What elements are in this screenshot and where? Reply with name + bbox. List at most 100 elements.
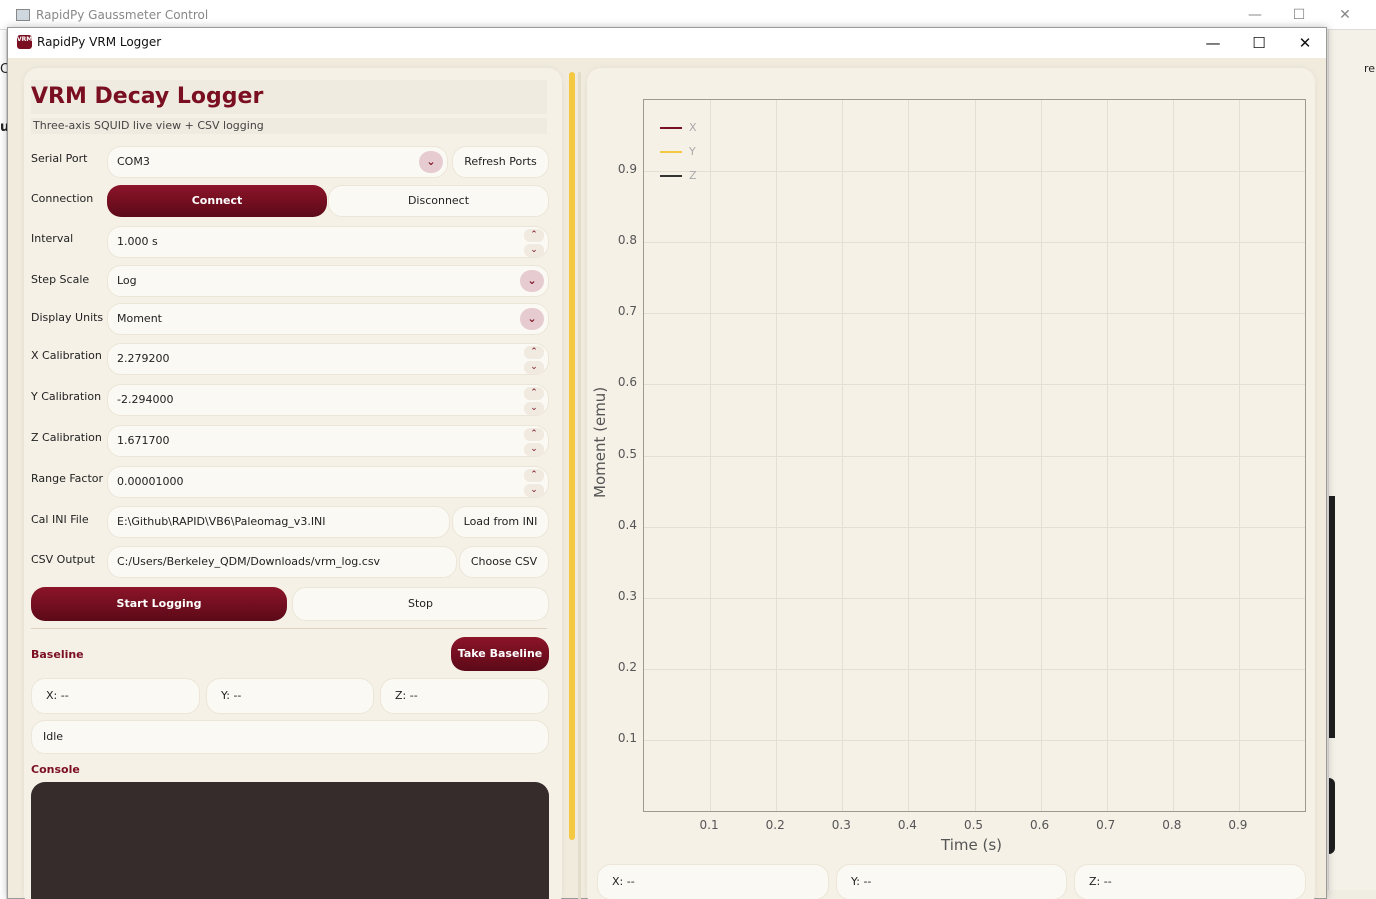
x-tick-label: 0.2 (765, 818, 785, 832)
display-units-select[interactable]: Moment ⌄ (107, 303, 549, 335)
csv-output-label: CSV Output (31, 553, 95, 566)
serial-port-label: Serial Port (31, 152, 88, 165)
background-app-icon (16, 9, 30, 21)
panel-splitter-track (578, 72, 581, 899)
range-factor-spinbox[interactable]: 0.00001000 ⌃ ⌄ (107, 466, 549, 498)
connect-button[interactable]: Connect (107, 185, 327, 217)
cal-ini-label: Cal INI File (31, 513, 89, 526)
x-gridline (1172, 100, 1174, 811)
page-subtitle: Three-axis SQUID live view + CSV logging (31, 118, 547, 134)
background-minimize-button[interactable]: — (1232, 4, 1278, 26)
spin-down-icon[interactable]: ⌄ (524, 443, 544, 456)
refresh-ports-button[interactable]: Refresh Ports (452, 146, 549, 178)
baseline-y-readout: Y: -- (206, 678, 374, 714)
x-gridline (1238, 100, 1240, 811)
status-field: Idle (31, 720, 549, 754)
y-axis-label: Moment (emu) (591, 386, 609, 498)
range-factor-value: 0.00001000 (117, 475, 184, 488)
background-maximize-button[interactable]: ☐ (1276, 4, 1322, 26)
legend-label-y: Y (689, 145, 696, 158)
x-tick-label: 0.7 (1096, 818, 1116, 832)
x-calibration-spinbox[interactable]: 2.279200 ⌃ ⌄ (107, 343, 549, 375)
x-tick-label: 0.6 (1030, 818, 1050, 832)
chevron-down-icon[interactable]: ⌄ (520, 308, 544, 330)
divider (31, 628, 547, 629)
x-tick-label: 0.3 (831, 818, 851, 832)
spin-up-icon[interactable]: ⌃ (524, 346, 544, 359)
background-left-edge (0, 30, 7, 899)
serial-port-select[interactable]: COM3 ⌄ (107, 146, 448, 178)
csv-output-value: C:/Users/Berkeley_QDM/Downloads/vrm_log.… (117, 555, 381, 568)
spin-down-icon[interactable]: ⌄ (524, 402, 544, 415)
background-dark-button (1329, 778, 1335, 854)
step-scale-select[interactable]: Log ⌄ (107, 265, 549, 297)
choose-csv-button[interactable]: Choose CSV (459, 546, 549, 578)
z-calibration-spinbox[interactable]: 1.671700 ⌃ ⌄ (107, 425, 549, 457)
legend-swatch-x (660, 127, 682, 129)
spin-up-icon[interactable]: ⌃ (524, 387, 544, 400)
spin-up-icon[interactable]: ⌃ (524, 229, 544, 242)
live-z-readout: Z: -- (1074, 864, 1306, 899)
vrm-logger-window: VRM RapidPy VRM Logger — ☐ ✕ VRM Decay L… (7, 27, 1327, 899)
x-tick-label: 0.8 (1162, 818, 1182, 832)
legend-swatch-z (660, 175, 682, 177)
x-calibration-label: X Calibration (31, 349, 102, 362)
chevron-down-icon[interactable]: ⌄ (520, 270, 544, 292)
y-calibration-spinbox[interactable]: -2.294000 ⌃ ⌄ (107, 384, 549, 416)
x-axis-label: Time (s) (941, 836, 1002, 854)
cal-ini-value: E:\Github\RAPID\VB6\Paleomag_v3.INI (117, 515, 326, 528)
spin-up-icon[interactable]: ⌃ (524, 469, 544, 482)
spin-down-icon[interactable]: ⌄ (524, 361, 544, 374)
cal-ini-input[interactable]: E:\Github\RAPID\VB6\Paleomag_v3.INI (107, 506, 450, 538)
stop-button[interactable]: Stop (292, 587, 549, 621)
z-calibration-value: 1.671700 (117, 434, 170, 447)
x-tick-label: 0.1 (699, 818, 719, 832)
window-title: RapidPy VRM Logger (37, 35, 162, 49)
console-output[interactable] (31, 782, 549, 899)
console-label: Console (31, 763, 80, 776)
start-logging-button[interactable]: Start Logging (31, 587, 287, 621)
x-gridline (974, 100, 976, 811)
y-tick-label: 0.6 (617, 375, 637, 390)
app-icon: VRM (17, 35, 32, 49)
control-panel: VRM Decay Logger Three-axis SQUID live v… (24, 68, 562, 899)
x-tick-label: 0.4 (897, 818, 917, 832)
panel-splitter-handle[interactable] (569, 72, 575, 840)
take-baseline-button[interactable]: Take Baseline (451, 637, 549, 671)
maximize-button[interactable]: ☐ (1236, 28, 1282, 58)
csv-output-input[interactable]: C:/Users/Berkeley_QDM/Downloads/vrm_log.… (107, 546, 457, 578)
x-gridline (908, 100, 910, 811)
spin-down-icon[interactable]: ⌄ (524, 244, 544, 257)
serial-port-value: COM3 (117, 155, 150, 168)
display-units-value: Moment (117, 312, 162, 325)
plot-panel: X Y Z 0.9 0.8 0.7 0.6 0.5 0.4 0.3 0.2 0.1 0.1 0.2… (587, 68, 1315, 899)
background-window-title: RapidPy Gaussmeter Control (36, 8, 209, 22)
baseline-z-readout: Z: -- (380, 678, 549, 714)
display-units-label: Display Units (31, 311, 104, 324)
chevron-down-icon[interactable]: ⌄ (419, 151, 443, 173)
load-from-ini-button[interactable]: Load from INI (452, 506, 549, 538)
baseline-label: Baseline (31, 648, 84, 661)
background-close-button[interactable]: ✕ (1322, 4, 1368, 26)
minimize-button[interactable]: — (1190, 28, 1236, 58)
interval-spinbox[interactable]: 1.000 s ⌃ ⌄ (107, 226, 549, 258)
legend-label-x: X (689, 121, 697, 134)
spin-down-icon[interactable]: ⌄ (524, 484, 544, 497)
close-button[interactable]: ✕ (1282, 28, 1328, 58)
live-x-readout: X: -- (597, 864, 829, 899)
background-dark-panel (1329, 496, 1335, 738)
plot-area[interactable]: X Y Z (643, 99, 1306, 812)
spin-up-icon[interactable]: ⌃ (524, 428, 544, 441)
y-calibration-value: -2.294000 (117, 393, 174, 406)
interval-label: Interval (31, 232, 74, 245)
disconnect-button[interactable]: Disconnect (328, 185, 549, 217)
y-calibration-label: Y Calibration (31, 390, 102, 403)
background-titlebar: RapidPy Gaussmeter Control — ☐ ✕ (0, 0, 1376, 30)
step-scale-value: Log (117, 274, 137, 287)
y-tick-label: 0.5 (617, 446, 637, 461)
x-tick-label: 0.9 (1228, 818, 1248, 832)
page-title: VRM Decay Logger (31, 80, 547, 114)
y-tick-label: 0.9 (617, 162, 637, 177)
titlebar: VRM RapidPy VRM Logger — ☐ ✕ (8, 28, 1326, 58)
x-calibration-value: 2.279200 (117, 352, 170, 365)
